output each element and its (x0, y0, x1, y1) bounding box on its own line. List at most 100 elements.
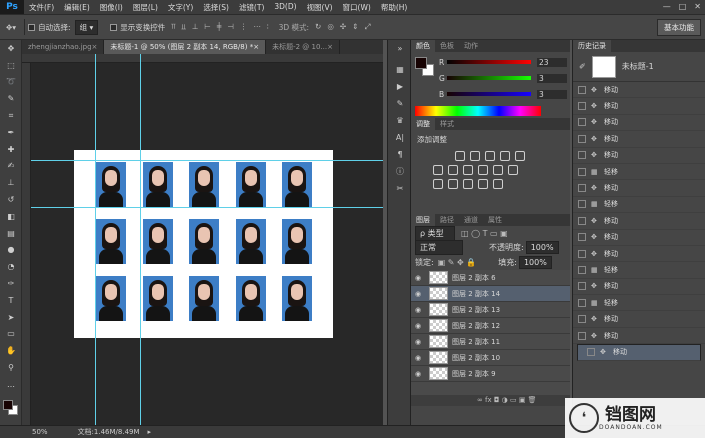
history-item[interactable]: ✥ 移动 (573, 82, 705, 99)
distribute3-icon[interactable]: ⦙ (267, 22, 269, 32)
gradient-icon[interactable]: ▤ (0, 225, 22, 242)
document-tab[interactable]: 未标题-2 @ 10... × (266, 40, 340, 54)
history-item[interactable]: ✥ 移动 (573, 279, 705, 296)
3d-rotate-icon[interactable]: ↻ (315, 22, 321, 32)
id-photo[interactable] (189, 276, 219, 321)
invert-icon[interactable] (433, 179, 443, 189)
history-checkbox[interactable] (578, 233, 586, 242)
actions-panel-icon[interactable]: ▶ (388, 78, 412, 95)
brush-tool-icon[interactable]: ✍ (0, 158, 22, 175)
tab-swatches[interactable]: 色板 (435, 40, 459, 52)
opacity-input[interactable]: 100% (525, 241, 559, 254)
show-transform-checkbox[interactable] (110, 23, 118, 31)
snapshot-brush-icon[interactable]: ✐ (579, 62, 586, 71)
exposure-icon[interactable] (500, 151, 510, 161)
brightness-icon[interactable] (455, 151, 465, 161)
tab-close-icon[interactable]: × (327, 43, 333, 51)
pen-tool-icon[interactable]: ✑ (0, 275, 22, 292)
status-arrow-icon[interactable]: ▸ (148, 428, 152, 436)
menu-item[interactable]: 滤镜(T) (234, 2, 269, 13)
history-item[interactable]: ✥ 移动 (573, 246, 705, 263)
distribute2-icon[interactable]: ⋯ (253, 22, 261, 32)
lasso-tool-icon[interactable]: ➰ (0, 74, 22, 91)
menu-item[interactable]: 图像(I) (95, 2, 128, 13)
color-spectrum[interactable] (415, 106, 541, 116)
menu-item[interactable]: 选择(S) (198, 2, 234, 13)
history-checkbox[interactable] (578, 118, 586, 127)
tab-paths[interactable]: 路径 (435, 214, 459, 226)
levels-icon[interactable] (470, 151, 480, 161)
move-tool-icon[interactable]: ✥ (0, 40, 22, 57)
b-value[interactable]: 3 (537, 89, 567, 99)
layer-row[interactable]: ◉ 图层 2 副本 14 (411, 286, 570, 302)
layer-row[interactable]: ◉ 图层 2 副本 10 (411, 350, 570, 366)
menu-item[interactable]: 视图(V) (302, 2, 338, 13)
char-panel-icon[interactable]: A| (388, 129, 412, 146)
history-checkbox[interactable] (578, 315, 586, 324)
panel-collapse-icon[interactable]: » (388, 40, 412, 57)
history-checkbox[interactable] (578, 265, 586, 274)
document-canvas[interactable] (74, 150, 333, 338)
history-item[interactable]: ✥ 移动 (573, 98, 705, 115)
guide-horizontal[interactable] (31, 207, 383, 208)
history-item[interactable]: ✥ 移动 (573, 328, 705, 345)
quick-select-icon[interactable]: ✎ (0, 90, 22, 107)
align-left-icon[interactable]: ⊢ (204, 22, 211, 32)
align-middle-icon[interactable]: ⫫ (182, 22, 186, 32)
menu-item[interactable]: 编辑(E) (59, 2, 95, 13)
hue-sat-icon[interactable] (433, 165, 443, 175)
eye-icon[interactable]: ◉ (411, 370, 425, 378)
maximize-icon[interactable]: □ (679, 2, 687, 11)
history-checkbox[interactable] (587, 348, 595, 357)
eraser-icon[interactable]: ◧ (0, 208, 22, 225)
id-photo[interactable] (235, 276, 266, 321)
layer-row[interactable]: ◉ 图层 2 副本 9 (411, 366, 570, 382)
photo-filter-icon[interactable] (478, 165, 488, 175)
distribute-icon[interactable]: ⋮ (240, 22, 248, 32)
auto-select-checkbox[interactable] (28, 23, 36, 31)
tab-properties[interactable]: 属性 (483, 214, 507, 226)
history-item[interactable]: ▦ 轻移 (573, 262, 705, 279)
history-item[interactable]: ✥ 移动 (573, 131, 705, 148)
eye-icon[interactable]: ◉ (411, 306, 425, 314)
para-panel-icon[interactable]: ¶ (388, 146, 412, 163)
tab-close-icon[interactable]: × (253, 43, 259, 51)
guide-vertical[interactable] (140, 54, 141, 425)
filter-icons[interactable]: ◫ ◯ T ▭ ▣ (461, 229, 508, 238)
black-white-icon[interactable] (463, 165, 473, 175)
guide-vertical[interactable] (95, 54, 96, 425)
history-checkbox[interactable] (578, 167, 586, 176)
eye-icon[interactable]: ◉ (411, 274, 425, 282)
layers-footer[interactable]: ∞ fx ◘ ◑ ▭ ▣ 🗑 (411, 395, 570, 406)
marquee-tool-icon[interactable]: ⬚ (0, 57, 22, 74)
zoom-level[interactable]: 50% (32, 428, 48, 436)
align-center-icon[interactable]: ╪ (217, 22, 222, 32)
clone-stamp-icon[interactable]: ⊥ (0, 174, 22, 191)
history-checkbox[interactable] (578, 282, 586, 291)
history-item[interactable]: ✥ 移动 (573, 148, 705, 164)
move-tool-icon[interactable]: ✥▾ (6, 23, 16, 32)
clone-source-icon[interactable]: ♛ (388, 112, 412, 129)
history-item[interactable]: ✥ 移动 (573, 115, 705, 132)
history-checkbox[interactable] (578, 85, 586, 94)
align-bottom-icon[interactable]: ⊥ (192, 22, 199, 32)
history-item[interactable]: ▦ 轻移 (573, 295, 705, 312)
selective-color-icon[interactable] (478, 179, 488, 189)
tab-actions[interactable]: 动作 (459, 40, 483, 52)
shape-tool-icon[interactable]: ▭ (0, 326, 22, 343)
healing-brush-icon[interactable]: ✚ (0, 141, 22, 158)
color-balance-icon[interactable] (448, 165, 458, 175)
id-photo[interactable] (142, 276, 173, 321)
eye-icon[interactable]: ◉ (411, 290, 425, 298)
id-photo[interactable] (142, 219, 173, 264)
document-tab[interactable]: zhengjianzhao.jpg × (22, 40, 105, 54)
brush-panel-icon[interactable]: ✎ (388, 95, 412, 112)
history-checkbox[interactable] (578, 331, 586, 340)
zoom-tool-icon[interactable]: ⚲ (0, 359, 22, 376)
document-tab[interactable]: 未标题-1 @ 50% (图层 2 副本 14, RGB/8) * × (104, 40, 267, 54)
menu-item[interactable]: 窗口(W) (338, 2, 376, 13)
guide-horizontal[interactable] (31, 160, 383, 161)
id-photo[interactable] (235, 162, 266, 207)
info-panel-icon[interactable]: ⓘ (388, 163, 412, 180)
workspace-button[interactable]: 基本功能 (657, 19, 701, 36)
